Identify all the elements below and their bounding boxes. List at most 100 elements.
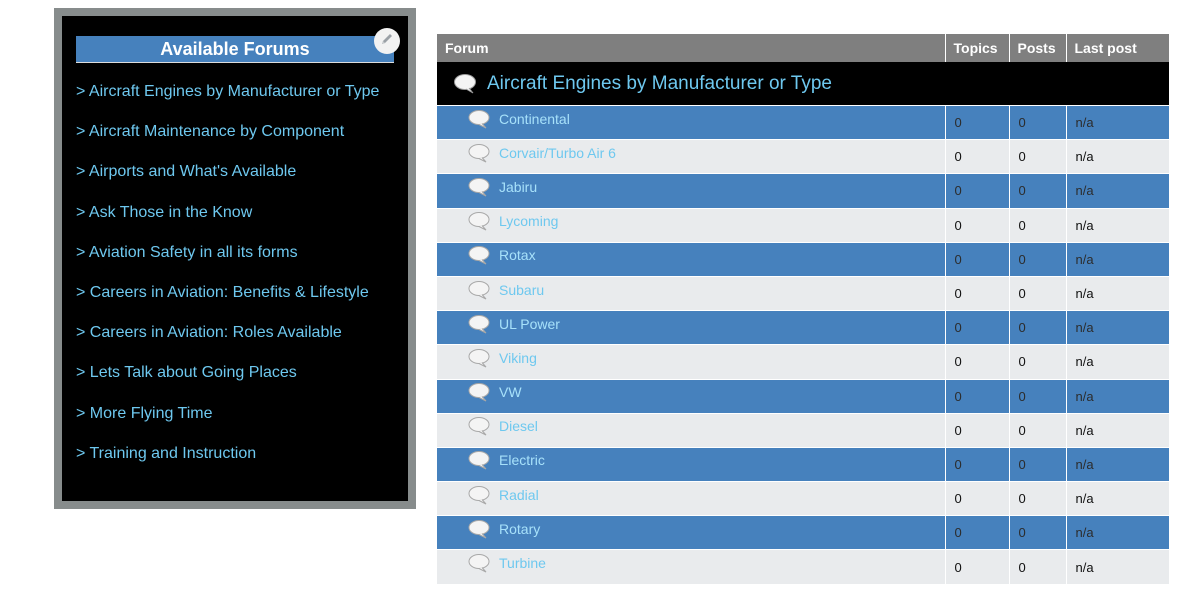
topics-count: 0 — [944, 481, 1009, 517]
sidebar-link[interactable]: > Ask Those in the Know — [76, 201, 379, 241]
column-header-posts: Posts — [1008, 34, 1066, 62]
forum-row: Subaru 0 0 n/a — [437, 276, 1169, 312]
last-post: n/a — [1065, 208, 1169, 243]
topics-count: 0 — [944, 549, 1009, 585]
topics-count: 0 — [944, 344, 1009, 380]
last-post: n/a — [1065, 515, 1169, 551]
forum-row: Continental 0 0 n/a — [437, 105, 1169, 141]
last-post: n/a — [1065, 379, 1169, 414]
forum-link[interactable]: Diesel — [499, 418, 538, 434]
panel-title: Available Forums — [76, 36, 394, 63]
forum-link[interactable]: UL Power — [499, 316, 560, 332]
speech-bubble-icon — [467, 519, 491, 539]
last-post: n/a — [1065, 105, 1169, 141]
forum-link[interactable]: Electric — [499, 452, 545, 468]
forum-link[interactable]: Rotary — [499, 521, 540, 537]
posts-count: 0 — [1008, 208, 1066, 243]
forums-panel-body: Available Forums > Aircraft Engines by M… — [62, 16, 408, 501]
sidebar-link[interactable]: > Aviation Safety in all its forms — [76, 241, 379, 281]
forum-link[interactable]: Lycoming — [499, 213, 558, 229]
last-post: n/a — [1065, 242, 1169, 277]
forum-row: Radial 0 0 n/a — [437, 481, 1169, 517]
posts-count: 0 — [1008, 549, 1066, 585]
speech-bubble-icon — [467, 553, 491, 573]
speech-bubble-icon — [453, 73, 477, 95]
speech-bubble-icon — [467, 416, 491, 436]
last-post: n/a — [1065, 276, 1169, 312]
forum-row: VW 0 0 n/a — [437, 379, 1169, 414]
speech-bubble-icon — [467, 143, 491, 163]
sidebar-link[interactable]: > Aircraft Maintenance by Component — [76, 120, 379, 160]
forum-row: UL Power 0 0 n/a — [437, 310, 1169, 346]
posts-count: 0 — [1008, 515, 1066, 551]
pencil-icon — [380, 32, 394, 51]
last-post: n/a — [1065, 173, 1169, 209]
sidebar-link[interactable]: > Airports and What's Available — [76, 160, 379, 200]
table-header-row: Forum Topics Posts Last post — [437, 34, 1169, 62]
speech-bubble-icon — [467, 382, 491, 402]
speech-bubble-icon — [467, 450, 491, 470]
forum-row: Corvair/Turbo Air 6 0 0 n/a — [437, 139, 1169, 175]
forum-link[interactable]: Jabiru — [499, 179, 537, 195]
forum-link[interactable]: Rotax — [499, 247, 536, 263]
category-row: Aircraft Engines by Manufacturer or Type — [437, 62, 1169, 106]
sidebar-link[interactable]: > Lets Talk about Going Places — [76, 361, 379, 401]
edit-button[interactable] — [374, 28, 400, 54]
posts-count: 0 — [1008, 173, 1066, 209]
forum-row: Jabiru 0 0 n/a — [437, 173, 1169, 209]
posts-count: 0 — [1008, 413, 1066, 448]
sidebar-link[interactable]: > Careers in Aviation: Roles Available — [76, 321, 379, 361]
topics-count: 0 — [944, 242, 1009, 277]
posts-count: 0 — [1008, 105, 1066, 141]
forum-link[interactable]: Continental — [499, 111, 570, 127]
forum-row: Lycoming 0 0 n/a — [437, 208, 1169, 243]
forum-row: Turbine 0 0 n/a — [437, 549, 1169, 585]
last-post: n/a — [1065, 344, 1169, 380]
posts-count: 0 — [1008, 139, 1066, 175]
sidebar-link[interactable]: > Training and Instruction — [76, 442, 379, 482]
posts-count: 0 — [1008, 379, 1066, 414]
last-post: n/a — [1065, 413, 1169, 448]
forum-row: Diesel 0 0 n/a — [437, 413, 1169, 448]
forum-link[interactable]: VW — [499, 384, 522, 400]
category-title[interactable]: Aircraft Engines by Manufacturer or Type — [487, 73, 832, 95]
topics-count: 0 — [944, 515, 1009, 551]
forum-link[interactable]: Subaru — [499, 282, 544, 298]
forums-panel: Available Forums > Aircraft Engines by M… — [54, 8, 416, 509]
topics-count: 0 — [944, 173, 1009, 209]
posts-count: 0 — [1008, 242, 1066, 277]
forum-link[interactable]: Viking — [499, 350, 537, 366]
last-post: n/a — [1065, 447, 1169, 483]
posts-count: 0 — [1008, 310, 1066, 346]
last-post: n/a — [1065, 139, 1169, 175]
speech-bubble-icon — [467, 245, 491, 265]
last-post: n/a — [1065, 310, 1169, 346]
column-header-last-post: Last post — [1065, 34, 1169, 62]
forum-row: Viking 0 0 n/a — [437, 344, 1169, 380]
forum-link-list: > Aircraft Engines by Manufacturer or Ty… — [76, 80, 379, 482]
forum-row: Rotary 0 0 n/a — [437, 515, 1169, 551]
topics-count: 0 — [944, 208, 1009, 243]
sidebar-link[interactable]: > Careers in Aviation: Benefits & Lifest… — [76, 281, 379, 321]
sidebar-link[interactable]: > Aircraft Engines by Manufacturer or Ty… — [76, 80, 379, 120]
sidebar-link[interactable]: > More Flying Time — [76, 402, 379, 442]
speech-bubble-icon — [467, 485, 491, 505]
forum-link[interactable]: Radial — [499, 487, 539, 503]
topics-count: 0 — [944, 413, 1009, 448]
column-header-forum: Forum — [437, 34, 945, 62]
speech-bubble-icon — [467, 348, 491, 368]
forum-table: Forum Topics Posts Last post Aircraft En… — [437, 34, 1169, 585]
posts-count: 0 — [1008, 344, 1066, 380]
speech-bubble-icon — [467, 314, 491, 334]
topics-count: 0 — [944, 447, 1009, 483]
speech-bubble-icon — [467, 280, 491, 300]
forum-link[interactable]: Turbine — [499, 555, 546, 571]
forum-link[interactable]: Corvair/Turbo Air 6 — [499, 145, 616, 161]
column-header-topics: Topics — [944, 34, 1009, 62]
forum-row: Electric 0 0 n/a — [437, 447, 1169, 483]
topics-count: 0 — [944, 276, 1009, 312]
speech-bubble-icon — [467, 211, 491, 231]
forum-row: Rotax 0 0 n/a — [437, 242, 1169, 277]
posts-count: 0 — [1008, 276, 1066, 312]
last-post: n/a — [1065, 481, 1169, 517]
